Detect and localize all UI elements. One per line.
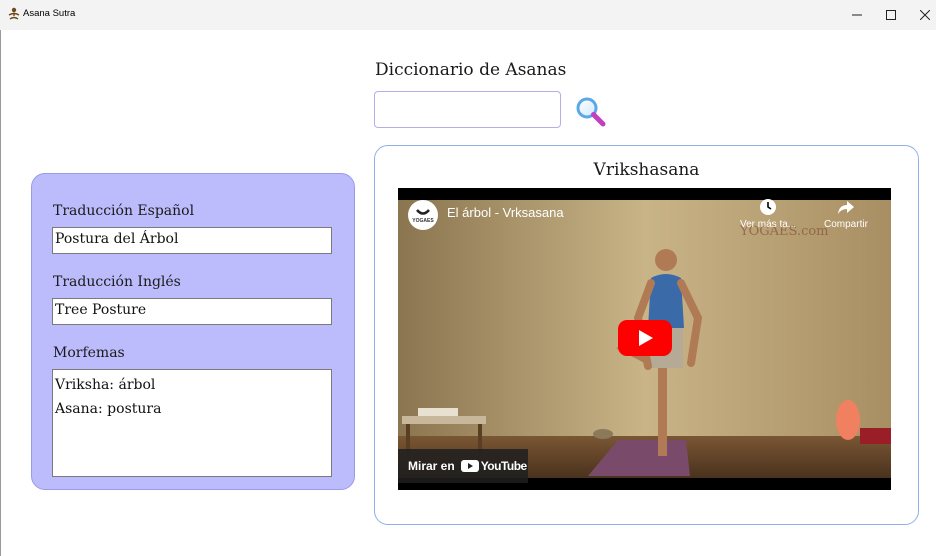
channel-avatar[interactable]: YOGAES <box>408 200 438 230</box>
page-title: Diccionario de Asanas <box>375 60 567 80</box>
share-arrow-icon <box>837 201 854 214</box>
window-title: Asana Sutra <box>23 8 76 19</box>
spanish-translation-label: Traducción Español <box>53 203 195 219</box>
om-smile-icon <box>416 209 430 215</box>
minimize-icon <box>852 14 862 16</box>
clock-icon <box>760 199 777 215</box>
close-button[interactable] <box>910 5 936 25</box>
search-button[interactable] <box>574 95 608 129</box>
search-input[interactable] <box>374 91 561 128</box>
magnifier-icon <box>576 97 606 127</box>
video-title[interactable]: El árbol - Vrksasana <box>447 205 564 220</box>
english-translation-label: Traducción Inglés <box>53 274 181 290</box>
asana-name: Vrikshasana <box>593 160 700 180</box>
youtube-logo-icon <box>460 460 479 472</box>
morpheme-line: Asana: postura <box>55 401 162 417</box>
share-label: Compartir <box>824 219 868 230</box>
morpheme-line: Vriksha: árbol <box>55 377 156 393</box>
watch-on-youtube-button[interactable]: Mirar en YouTube <box>398 449 528 483</box>
watch-later-label: Ver más ta... <box>740 219 797 230</box>
yoga-app-icon <box>8 7 20 20</box>
morphemes-label: Morfemas <box>53 345 125 361</box>
window-left-border <box>0 30 1 556</box>
minimize-button[interactable] <box>842 5 872 25</box>
morphemes-field[interactable]: Vriksha: árbol Asana: postura <box>52 369 332 477</box>
title-bar: Asana Sutra <box>0 0 936 30</box>
english-translation-field[interactable]: Tree Posture <box>52 298 332 325</box>
watch-later-button[interactable]: Ver más ta... <box>740 198 796 230</box>
share-button[interactable]: Compartir <box>824 198 868 230</box>
play-button-icon[interactable] <box>618 320 672 356</box>
youtube-brand-label: YouTube <box>480 459 528 473</box>
maximize-icon <box>886 10 896 20</box>
watch-on-label: Mirar en <box>408 459 455 473</box>
maximize-button[interactable] <box>876 5 906 25</box>
youtube-video-player[interactable]: YOGAES El árbol - Vrksasana YOGAES.com V… <box>398 188 891 490</box>
close-icon <box>920 10 930 20</box>
spanish-translation-field[interactable]: Postura del Árbol <box>52 227 332 254</box>
